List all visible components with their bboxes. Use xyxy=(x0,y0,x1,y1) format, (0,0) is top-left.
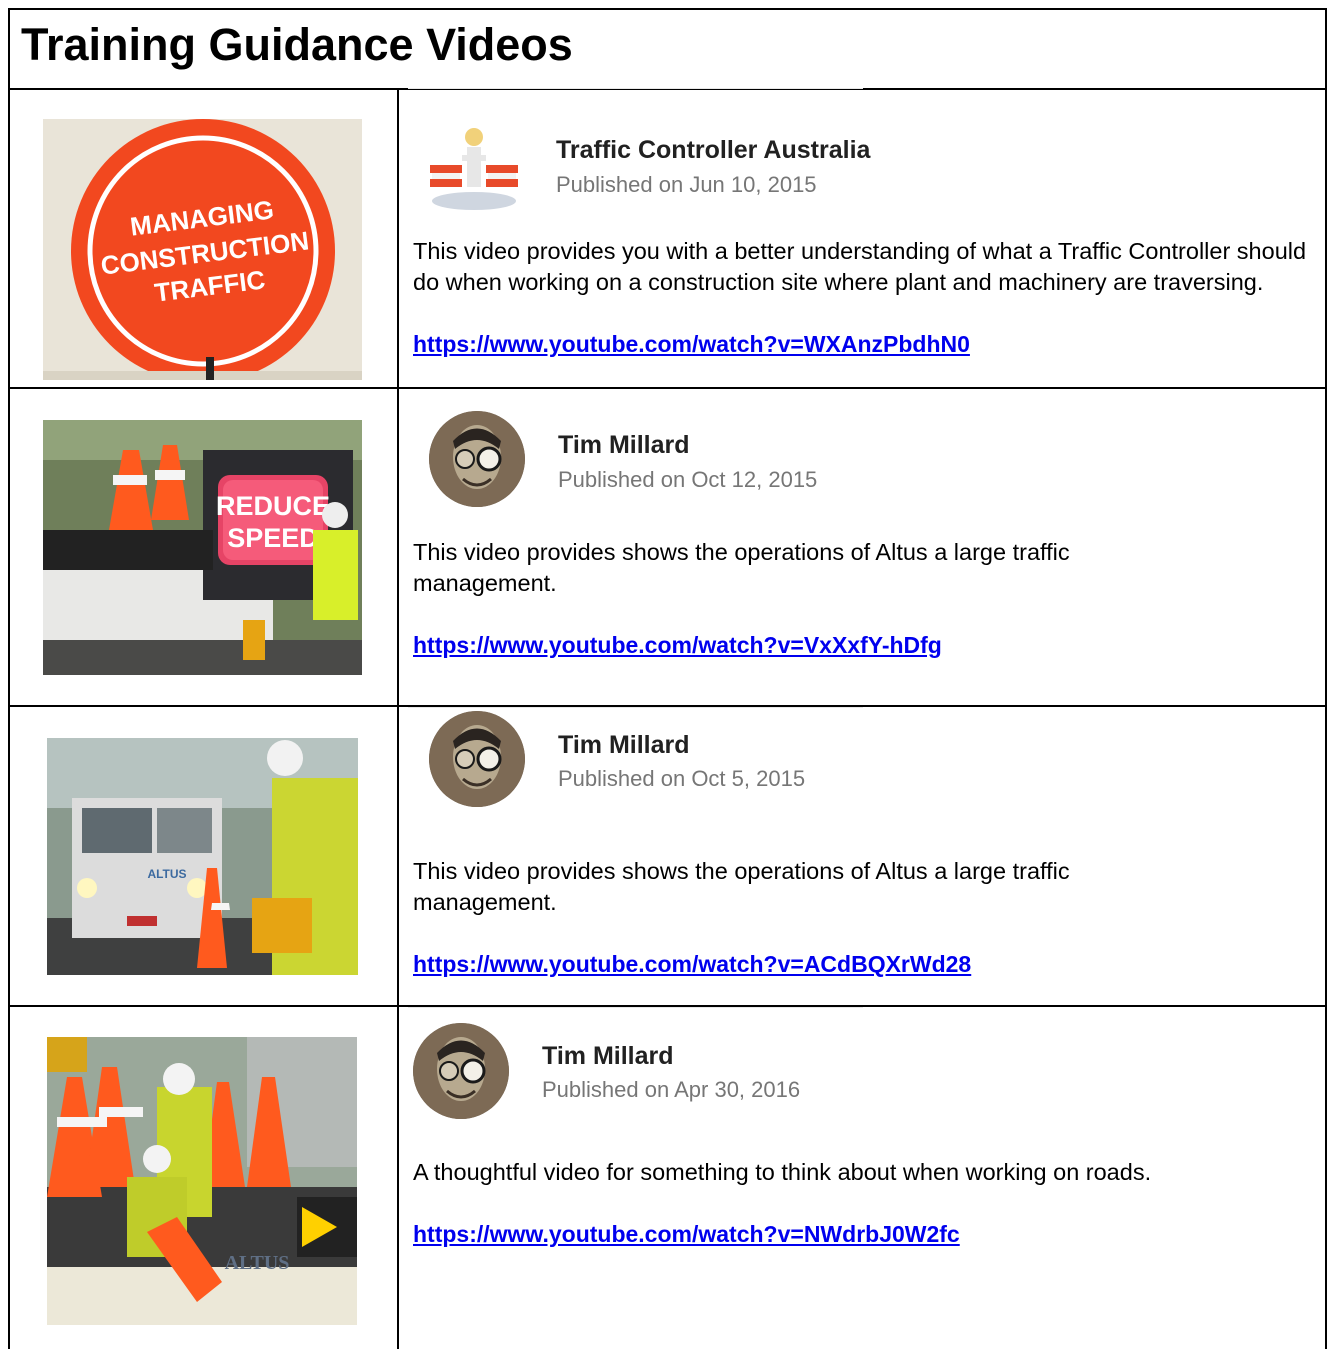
managing-construction-traffic-sign-image: MANAGING CONSTRUCTION TRAFFIC xyxy=(43,119,362,380)
video-link-3[interactable]: https://www.youtube.com/watch?v=ACdBQXrW… xyxy=(413,951,971,978)
reduce-speed-truck-image: REDUCE SPEED xyxy=(43,420,362,675)
title-row: Training Guidance Videos xyxy=(8,8,1327,90)
page-title: Training Guidance Videos xyxy=(21,19,573,70)
published-date-1: Published on Jun 10, 2015 xyxy=(556,172,817,197)
thumb-text-altus: ALTUS xyxy=(147,867,186,881)
video-link-4[interactable]: https://www.youtube.com/watch?v=NWdrbJ0W… xyxy=(413,1221,960,1248)
channel-avatar-1[interactable] xyxy=(424,117,524,217)
thumb-text-speed: SPEED xyxy=(227,523,319,553)
thumb-text-reduce: REDUCE xyxy=(216,491,330,521)
video-thumbnail-4[interactable]: ALTUS xyxy=(47,1037,357,1325)
channel-name-2[interactable]: Tim Millard xyxy=(558,431,690,460)
published-date-4: Published on Apr 30, 2016 xyxy=(542,1077,801,1102)
thumb-text-altus: ALTUS xyxy=(225,1252,290,1274)
video-thumbnail-3[interactable]: ALTUS xyxy=(47,738,358,975)
video-description-4: A thoughtful video for something to thin… xyxy=(413,1159,1152,1185)
video-description-2: This video provides shows the operations… xyxy=(413,539,1070,596)
channel-avatar-4[interactable] xyxy=(413,1023,509,1119)
sketch-portrait-avatar-icon xyxy=(429,711,525,807)
row-top-faint-rule xyxy=(408,1007,863,1008)
sketch-portrait-avatar-icon xyxy=(413,1023,509,1119)
video-description-3: This video provides shows the operations… xyxy=(413,858,1070,915)
video-description-1: This video provides you with a better un… xyxy=(413,238,1307,295)
traffic-barrier-avatar-icon xyxy=(424,117,524,217)
published-date-2: Published on Oct 12, 2015 xyxy=(558,467,818,492)
channel-name-4[interactable]: Tim Millard xyxy=(542,1042,674,1071)
video-thumbnail-2[interactable]: REDUCE SPEED xyxy=(43,420,362,675)
video-link-2[interactable]: https://www.youtube.com/watch?v=VxXxfY-h… xyxy=(413,632,942,659)
video-link-1[interactable]: https://www.youtube.com/watch?v=WXAnzPbd… xyxy=(413,331,970,358)
row-top-faint-rule xyxy=(408,707,863,708)
channel-name-1[interactable]: Traffic Controller Australia xyxy=(556,136,870,165)
cones-crew-altus-image: ALTUS xyxy=(47,1037,357,1325)
channel-avatar-2[interactable] xyxy=(429,411,525,507)
altus-truck-roadwork-image: ALTUS xyxy=(47,738,358,975)
published-date-3: Published on Oct 5, 2015 xyxy=(558,766,806,791)
row-top-faint-rule xyxy=(408,88,863,89)
sketch-portrait-avatar-icon xyxy=(429,411,525,507)
channel-avatar-3[interactable] xyxy=(429,711,525,807)
video-thumbnail-1[interactable]: MANAGING CONSTRUCTION TRAFFIC xyxy=(43,119,362,380)
channel-name-3[interactable]: Tim Millard xyxy=(558,731,690,760)
